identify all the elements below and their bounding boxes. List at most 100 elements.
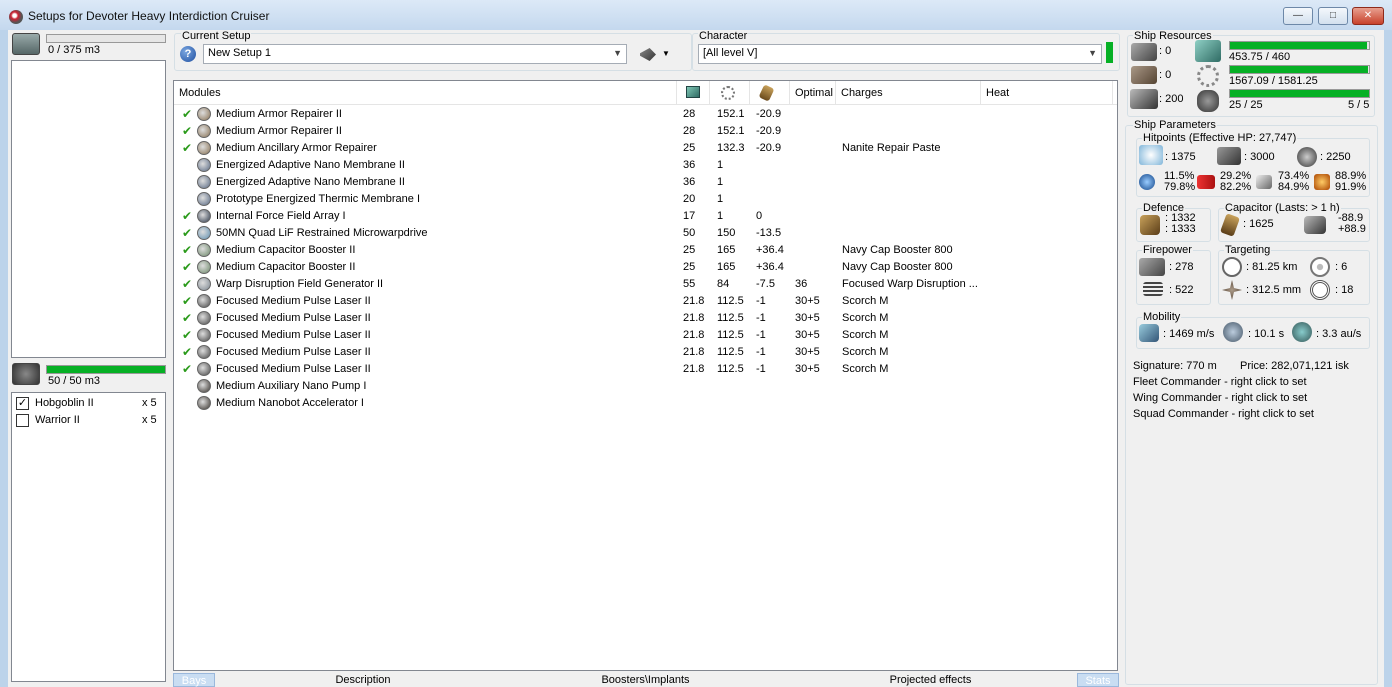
- module-cap: -1: [756, 329, 766, 341]
- module-cpu: 112.5: [717, 363, 744, 375]
- module-row[interactable]: ✔ Focused Medium Pulse Laser II 21.8 112.5-…: [174, 361, 1114, 378]
- module-row[interactable]: ✔ Medium Capacitor Booster II 25 165 +36.4 Na…: [174, 259, 1114, 276]
- drone-item-warrior[interactable]: Warrior II x 5: [16, 413, 162, 429]
- modules-grid[interactable]: Modules Optimal Charges Heat ✔ Medium Arm…: [173, 80, 1118, 671]
- module-row[interactable]: ✔ Medium Ancillary Armor Repairer 25 132.3-…: [174, 140, 1114, 157]
- app-icon: [9, 10, 23, 24]
- module-row[interactable]: Medium Nanobot Accelerator I: [174, 395, 1114, 412]
- active-check-icon[interactable]: ✔: [182, 277, 192, 291]
- active-check-icon[interactable]: ✔: [182, 243, 192, 257]
- module-row[interactable]: ✔ Focused Medium Pulse Laser II 21.8 112.5-…: [174, 293, 1114, 310]
- col-cpu[interactable]: [710, 81, 750, 105]
- module-cpu: 132.3: [717, 142, 745, 154]
- window-title: Setups for Devoter Heavy Interdiction Cr…: [28, 9, 270, 23]
- structure-icon: [1297, 147, 1317, 167]
- module-row[interactable]: ✔ Warp Disruption Field Generator II 55 84 -…: [174, 276, 1114, 293]
- drone-item-hobgoblin[interactable]: ✓ Hobgoblin II x 5: [16, 396, 162, 412]
- minimize-button[interactable]: —: [1283, 7, 1313, 25]
- module-name: Medium Armor Repairer II: [216, 125, 342, 137]
- module-row[interactable]: ✔ Focused Medium Pulse Laser II 21.8 112.5-…: [174, 310, 1114, 327]
- module-charges: Scorch M: [842, 312, 889, 324]
- module-pg: 17: [683, 210, 696, 222]
- shield-hp: : 1375: [1165, 151, 1196, 163]
- explosive-resist: 88.9% 91.9%: [1335, 171, 1366, 193]
- module-row[interactable]: Energized Adaptive Nano Membrane II 36 1: [174, 174, 1114, 191]
- module-row[interactable]: Prototype Energized Thermic Membrane I 20…: [174, 191, 1114, 208]
- tab-projected-effects[interactable]: Projected effects: [788, 673, 1073, 687]
- armor-icon: [1217, 147, 1241, 165]
- drone-checkbox-hobgoblin[interactable]: ✓: [16, 397, 29, 410]
- ship-menu-button[interactable]: ▼: [638, 46, 674, 64]
- active-check-icon[interactable]: ✔: [182, 226, 192, 240]
- explosive-resist-icon: [1314, 174, 1330, 190]
- wing-commander[interactable]: Wing Commander - right click to set: [1133, 392, 1307, 404]
- module-optimal: 30+5: [795, 329, 820, 341]
- active-check-icon[interactable]: ✔: [182, 345, 192, 359]
- module-cpu: 165: [717, 261, 736, 273]
- shield-icon: [1139, 145, 1163, 165]
- module-name: 50MN Quad LiF Restrained Microwarpdrive: [216, 227, 428, 239]
- squad-commander[interactable]: Squad Commander - right click to set: [1133, 408, 1314, 420]
- module-row[interactable]: ✔ Focused Medium Pulse Laser II 21.8 112.5-…: [174, 327, 1114, 344]
- module-cap: -7.5: [756, 278, 775, 290]
- module-row[interactable]: ✔ 50MN Quad LiF Restrained Microwarpdrive…: [174, 225, 1114, 242]
- col-capacitor[interactable]: [750, 81, 790, 105]
- module-charges: Scorch M: [842, 363, 889, 375]
- module-optimal: 30+5: [795, 295, 820, 307]
- module-row[interactable]: Energized Adaptive Nano Membrane II 36 1: [174, 157, 1114, 174]
- explosive-resist-bottom: 91.9%: [1335, 181, 1367, 193]
- tab-bays[interactable]: Bays: [173, 673, 215, 687]
- launcher-hardpoint-icon: [1131, 66, 1157, 84]
- active-check-icon[interactable]: ✔: [182, 124, 192, 138]
- current-setup-select[interactable]: New Setup 1 ▼: [203, 44, 627, 64]
- active-check-icon[interactable]: ✔: [182, 107, 192, 121]
- module-icon: [197, 124, 211, 138]
- module-name: Focused Medium Pulse Laser II: [216, 312, 371, 324]
- active-check-icon[interactable]: ✔: [182, 141, 192, 155]
- module-row[interactable]: ✔ Medium Armor Repairer II 28 152.1 -20.9: [174, 123, 1114, 140]
- module-row[interactable]: ✔ Medium Armor Repairer II 28 152.1 -20.9: [174, 106, 1114, 123]
- drone-checkbox-warrior[interactable]: [16, 414, 29, 427]
- character-select[interactable]: [All level V] ▼: [698, 44, 1102, 64]
- module-pg: 28: [683, 108, 696, 120]
- window-client: 0 / 375 m3 50 / 50 m3 ✓ Hobgoblin II x 5…: [8, 30, 1384, 687]
- col-modules[interactable]: Modules: [174, 81, 677, 105]
- fleet-commander[interactable]: Fleet Commander - right click to set: [1133, 376, 1307, 388]
- col-heat[interactable]: Heat: [981, 81, 1113, 105]
- active-check-icon[interactable]: ✔: [182, 362, 192, 376]
- active-check-icon[interactable]: ✔: [182, 260, 192, 274]
- question-icon[interactable]: ?: [180, 46, 196, 62]
- em-resist: 11.5% 79.8%: [1164, 171, 1195, 193]
- drone-list[interactable]: ✓ Hobgoblin II x 5 Warrior II x 5: [11, 392, 166, 682]
- em-resist-icon: [1139, 174, 1155, 190]
- module-pg: 21.8: [683, 312, 705, 324]
- col-powergrid[interactable]: [677, 81, 710, 105]
- module-row[interactable]: ✔ Internal Force Field Array I 17 1 0: [174, 208, 1114, 225]
- active-check-icon[interactable]: ✔: [182, 209, 192, 223]
- powergrid-bar: [1229, 41, 1370, 50]
- module-icon: [197, 175, 211, 189]
- module-row[interactable]: ✔ Focused Medium Pulse Laser II 21.8 112.5-…: [174, 344, 1114, 361]
- module-charges: Scorch M: [842, 295, 889, 307]
- module-icon: [197, 260, 211, 274]
- close-button[interactable]: ✕: [1352, 7, 1384, 25]
- maximize-button[interactable]: □: [1318, 7, 1348, 25]
- powergrid-value: 453.75 / 460: [1229, 51, 1291, 63]
- cargo-list[interactable]: [11, 60, 166, 358]
- tab-description[interactable]: Description: [223, 673, 503, 687]
- active-check-icon[interactable]: ✔: [182, 294, 192, 308]
- tab-stats[interactable]: Stats: [1077, 673, 1119, 687]
- firepower-turret: : 278: [1169, 261, 1194, 273]
- col-optimal[interactable]: Optimal: [790, 81, 836, 105]
- active-check-icon[interactable]: ✔: [182, 311, 192, 325]
- module-cpu: 152.1: [717, 108, 745, 120]
- module-name: Medium Auxiliary Nano Pump I: [216, 380, 367, 392]
- tab-boosters-implants[interactable]: Boosters\Implants: [503, 673, 788, 687]
- module-name: Medium Ancillary Armor Repairer: [216, 142, 377, 154]
- module-row[interactable]: ✔ Medium Capacitor Booster II 25 165 +36.4 Na…: [174, 242, 1114, 259]
- max-targets-icon: [1310, 257, 1330, 277]
- col-charges[interactable]: Charges: [836, 81, 981, 105]
- module-cpu: 112.5: [717, 312, 744, 324]
- module-row[interactable]: Medium Auxiliary Nano Pump I: [174, 378, 1114, 395]
- active-check-icon[interactable]: ✔: [182, 328, 192, 342]
